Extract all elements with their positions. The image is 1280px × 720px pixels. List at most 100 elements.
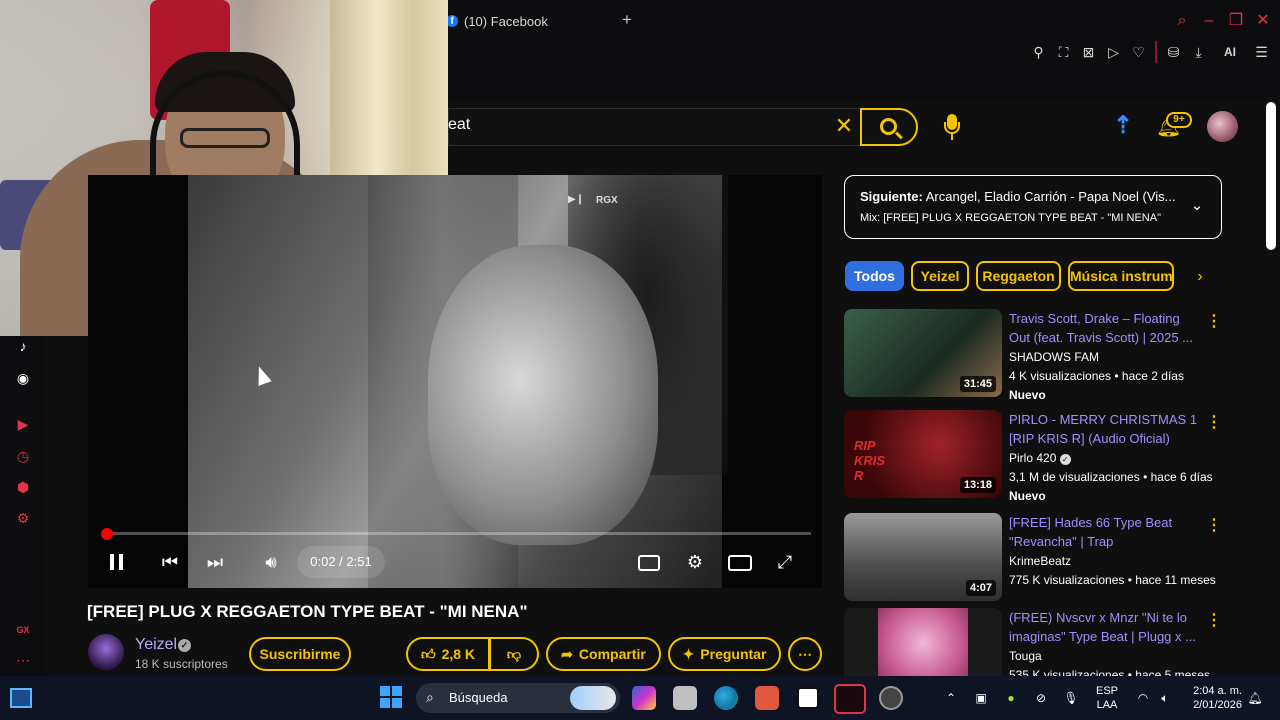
volume-icon[interactable]: 🔊︎: [258, 548, 284, 576]
duration-badge: 13:18: [959, 477, 996, 493]
kebab-menu-icon[interactable]: ⋮: [1206, 311, 1222, 333]
tray-app-icon[interactable]: ▣: [972, 688, 990, 708]
widgets-icon[interactable]: [10, 688, 32, 708]
thumbnail[interactable]: 4:07: [844, 513, 1002, 601]
clock-time: 2:04 a. m.: [1193, 685, 1242, 697]
like-button[interactable]: 👍︎ 2,8 K: [406, 637, 490, 671]
next-button[interactable]: ⏭︎: [203, 548, 227, 576]
theater-mode-button[interactable]: [727, 548, 753, 576]
kebab-menu-icon[interactable]: ⋮: [1206, 412, 1222, 434]
opera-gx-icon[interactable]: [834, 684, 866, 714]
video-player[interactable]: ▶❙ RGX: [88, 175, 822, 588]
video-link-title[interactable]: [FREE] Hades 66 Type Beat "Revancha" | T…: [1009, 513, 1199, 551]
thumbnail[interactable]: RIP KRIS R 13:18: [844, 410, 1002, 498]
settings-gear-icon[interactable]: ⚙: [682, 548, 708, 576]
tray-expand-icon[interactable]: ⌃: [944, 688, 958, 708]
list-item[interactable]: 4:07 [FREE] Hades 66 Type Beat "Revancha…: [844, 513, 1264, 605]
file-explorer-icon[interactable]: [673, 686, 697, 710]
player-icon[interactable]: ▷: [1105, 41, 1122, 63]
channel-avatar[interactable]: [88, 634, 124, 670]
rec-channel[interactable]: SHADOWS FAM: [1009, 350, 1099, 364]
fullscreen-button[interactable]: ⤢: [772, 548, 798, 576]
search-button[interactable]: [860, 108, 918, 146]
kebab-menu-icon[interactable]: ⋮: [1206, 515, 1222, 537]
pin-icon[interactable]: ⚲: [1030, 41, 1047, 63]
edge-icon[interactable]: [714, 686, 738, 710]
more-actions-button[interactable]: ⋯: [788, 637, 822, 671]
scrollbar-thumb[interactable]: [1266, 102, 1276, 250]
pause-button[interactable]: [106, 548, 128, 576]
share-button[interactable]: ➦ Compartir: [546, 637, 661, 671]
rec-channel[interactable]: Touga: [1009, 649, 1042, 663]
search-input[interactable]: eat: [448, 116, 470, 134]
more-sidebar-icon[interactable]: ⋯: [13, 650, 33, 670]
chip-musica-instrumental[interactable]: Música instrum: [1068, 261, 1174, 291]
history-icon[interactable]: ◷: [13, 446, 33, 466]
app-icon-orange[interactable]: [755, 686, 779, 710]
tray-xbox-icon[interactable]: ●: [1002, 688, 1020, 708]
user-avatar[interactable]: [1207, 111, 1238, 142]
subscribe-button[interactable]: Suscribirme: [249, 637, 351, 671]
search-tabs-icon[interactable]: ⌕: [1169, 8, 1195, 34]
gx-icon[interactable]: GX: [13, 620, 33, 640]
subtitles-button[interactable]: [636, 548, 662, 576]
video-link-title[interactable]: Travis Scott, Drake – Floating Out (feat…: [1009, 309, 1199, 347]
tab-facebook[interactable]: f (10) Facebook: [446, 8, 548, 34]
heart-icon[interactable]: ♡: [1130, 41, 1147, 63]
new-tab-button[interactable]: +: [618, 10, 636, 30]
tray-mic-icon[interactable]: 🎙︎: [1062, 688, 1080, 708]
obs-icon[interactable]: [879, 686, 903, 710]
wallet-icon[interactable]: ⛁: [1165, 41, 1182, 63]
start-button[interactable]: [380, 686, 402, 708]
previous-button[interactable]: ⏮︎: [158, 548, 182, 576]
video-link-title[interactable]: PIRLO - MERRY CHRISTMAS 1 [RIP KRIS R] (…: [1009, 410, 1199, 448]
list-item[interactable]: (FREE) Nvscvr x Mnzr "Ni te lo imaginas"…: [844, 608, 1264, 676]
settings-sidebar-icon[interactable]: ⚙: [13, 508, 33, 528]
close-window-button[interactable]: ✕: [1250, 8, 1276, 34]
tray-muted-icon[interactable]: ⊘: [1032, 688, 1050, 708]
chip-yeizel[interactable]: Yeizel: [911, 261, 969, 291]
up-next-card[interactable]: Siguiente: Arcangel, Eladio Carrión - Pa…: [844, 175, 1222, 239]
ask-button[interactable]: ✦ Preguntar: [668, 637, 781, 671]
time-display: 0:02 / 2:51: [297, 546, 385, 578]
restore-button[interactable]: ❐: [1223, 8, 1249, 34]
chip-todos[interactable]: Todos: [845, 261, 904, 291]
adblock-icon[interactable]: ⊠: [1080, 41, 1097, 63]
snapshot-icon[interactable]: ⛶: [1055, 41, 1072, 63]
chevron-right-icon[interactable]: ›: [1190, 266, 1210, 288]
thumbnail[interactable]: [844, 608, 1002, 676]
search-input-box[interactable]: [448, 108, 860, 146]
chevron-down-icon[interactable]: ⌄: [1187, 196, 1207, 216]
chip-reggaeton[interactable]: Reggaeton: [976, 261, 1061, 291]
speaker-icon[interactable]: 🔈︎: [1156, 688, 1174, 708]
thumbnail[interactable]: 31:45: [844, 309, 1002, 397]
list-item[interactable]: 31:45 Travis Scott, Drake – Floating Out…: [844, 309, 1264, 402]
clear-search-icon[interactable]: ✕: [832, 113, 856, 139]
upload-icon[interactable]: ⇡: [1110, 112, 1136, 140]
player-sidebar-icon[interactable]: ▶: [13, 414, 33, 434]
list-item[interactable]: RIP KRIS R 13:18 PIRLO - MERRY CHRISTMAS…: [844, 410, 1264, 503]
aria-ai-button[interactable]: AI: [1215, 41, 1245, 63]
wifi-icon[interactable]: ◠: [1134, 688, 1152, 708]
rec-channel[interactable]: Pirlo 420 ✓: [1009, 451, 1071, 465]
progress-bar[interactable]: [102, 532, 811, 535]
tiktok-icon[interactable]: ♪: [13, 336, 33, 356]
clock[interactable]: 2:04 a. m. 2/01/2026: [1186, 684, 1242, 712]
download-icon[interactable]: ⤓: [1190, 41, 1207, 63]
video-link-title[interactable]: (FREE) Nvscvr x Mnzr "Ni te lo imaginas"…: [1009, 608, 1199, 646]
discord-icon[interactable]: ◉: [13, 368, 33, 388]
rec-channel[interactable]: KrimeBeatz: [1009, 554, 1071, 568]
dislike-button[interactable]: 👎︎: [489, 637, 539, 671]
notification-badge: 9+: [1166, 112, 1192, 128]
capcut-icon[interactable]: [796, 686, 820, 710]
copilot-icon[interactable]: [632, 686, 656, 710]
microphone-icon[interactable]: [942, 114, 962, 140]
menu-icon[interactable]: ☰: [1253, 41, 1270, 63]
progress-scrubber[interactable]: [101, 528, 113, 540]
channel-name[interactable]: Yeizel: [135, 636, 177, 654]
language-indicator[interactable]: ESP LAA: [1094, 684, 1120, 712]
minimize-button[interactable]: –: [1196, 8, 1222, 34]
notification-icon[interactable]: 🔔︎: [1246, 688, 1264, 708]
extensions-icon[interactable]: ⬢: [13, 477, 33, 497]
kebab-menu-icon[interactable]: ⋮: [1206, 610, 1222, 632]
